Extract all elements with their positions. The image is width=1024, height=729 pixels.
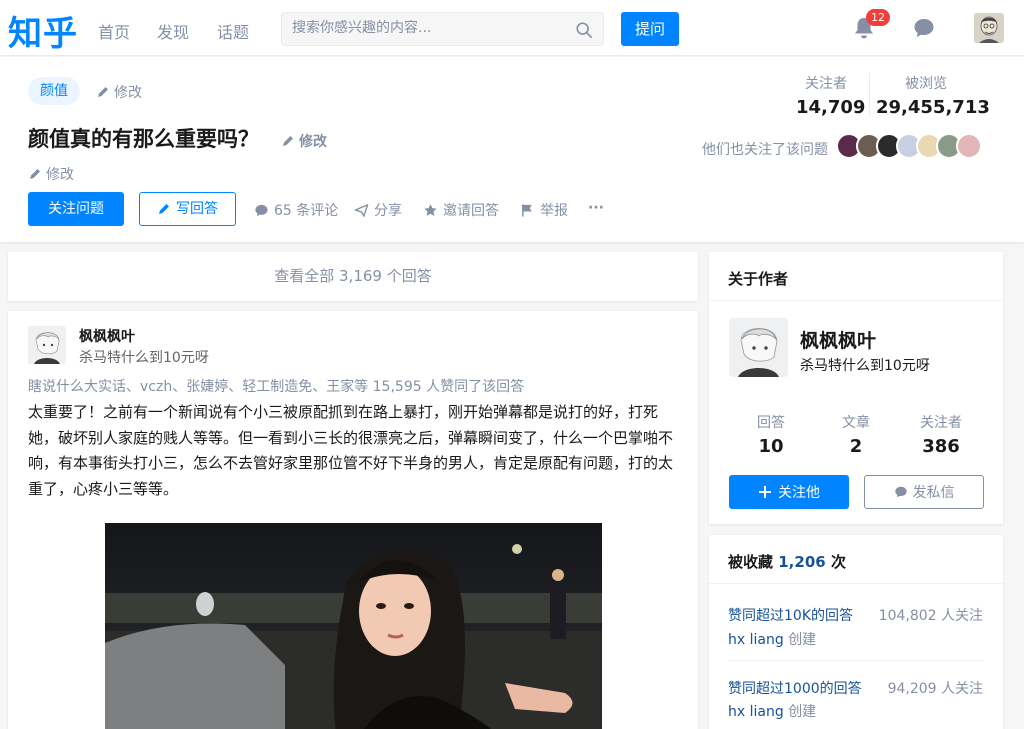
flag-icon bbox=[522, 203, 532, 217]
view-all-answers-button[interactable]: 查看全部 3,169 个回答 bbox=[8, 252, 698, 301]
answer-voters[interactable]: 瞎说什么大实话、vczh、张婕婷、轻工制造免、王家等 15,595 人赞同了该回… bbox=[28, 376, 524, 396]
pencil-icon bbox=[98, 87, 108, 97]
collection-followers: 104,802 人关注 bbox=[878, 608, 983, 624]
answer-card: 枫枫枫叶 杀马特什么到10元呀 瞎说什么大实话、vczh、张婕婷、轻工制造免、王… bbox=[8, 311, 698, 729]
nav-topics[interactable]: 话题 bbox=[217, 19, 249, 43]
follow-question-button[interactable]: 关注问题 bbox=[28, 192, 124, 226]
question-header: 颜值 修改 颜值真的有那么重要吗？ 修改 修改 关注问题 写回答 65 条评论 … bbox=[0, 57, 1024, 242]
notification-badge: 12 bbox=[866, 9, 890, 26]
search-input[interactable] bbox=[292, 20, 562, 36]
plus-icon bbox=[759, 486, 771, 498]
author-avatar[interactable] bbox=[28, 326, 66, 364]
share-icon bbox=[354, 203, 369, 217]
write-answer-button[interactable]: 写回答 bbox=[139, 192, 236, 226]
more-button[interactable]: ··· bbox=[588, 200, 604, 216]
pencil-icon bbox=[30, 169, 40, 179]
collections-card: 被收藏 1,206 次 赞同超过10K的回答 104,802 人关注 hx li… bbox=[709, 535, 1003, 729]
share-button[interactable]: 分享 bbox=[354, 200, 402, 220]
comment-icon bbox=[255, 204, 268, 216]
about-author-card: 关于作者 枫枫枫叶 杀马特什么到10元呀 回答 10 文章 2 关注者 386 … bbox=[709, 252, 1003, 524]
star-icon bbox=[424, 203, 437, 216]
answer-body: 太重要了！之前有一个新闻说有个小三被原配抓到在路上暴打，刚开始弹幕都是说打的好，… bbox=[28, 403, 674, 498]
author-name[interactable]: 枫枫枫叶 bbox=[800, 326, 876, 353]
edit-topics-link[interactable]: 修改 bbox=[96, 82, 142, 102]
collection-creator: hx liang 创建 bbox=[728, 704, 817, 720]
divider bbox=[709, 583, 1003, 584]
collections-title: 被收藏 1,206 次 bbox=[728, 553, 846, 571]
send-message-button[interactable]: 发私信 bbox=[864, 475, 984, 509]
collection-name[interactable]: 赞同超过10K的回答 bbox=[728, 605, 853, 625]
nav-discover[interactable]: 发现 bbox=[157, 19, 189, 43]
chat-icon bbox=[894, 486, 907, 498]
follower-avatar[interactable] bbox=[956, 133, 982, 159]
author-answers-stat[interactable]: 回答 10 bbox=[731, 412, 811, 457]
top-bar: 知乎 首页 发现 话题 提问 12 bbox=[0, 0, 1024, 56]
ask-question-button[interactable]: 提问 bbox=[621, 12, 679, 46]
followers-stat[interactable]: 关注者 14,709 bbox=[796, 73, 865, 118]
answer-author-headline: 杀马特什么到10元呀 bbox=[79, 350, 209, 366]
also-followed-label: 他们也关注了该问题 bbox=[702, 142, 828, 158]
user-avatar[interactable] bbox=[974, 13, 1004, 43]
topic-tag[interactable]: 颜值 bbox=[28, 77, 80, 105]
edit-detail-link[interactable]: 修改 bbox=[28, 164, 74, 184]
edit-title-link[interactable]: 修改 bbox=[281, 131, 327, 151]
search-icon[interactable] bbox=[575, 21, 593, 39]
author-followers-stat[interactable]: 关注者 386 bbox=[901, 412, 981, 457]
stat-divider bbox=[869, 73, 870, 117]
author-articles-stat[interactable]: 文章 2 bbox=[816, 412, 896, 457]
invite-answer-button[interactable]: 邀请回答 bbox=[423, 200, 499, 220]
author-avatar-large[interactable] bbox=[729, 318, 788, 377]
comments-button[interactable]: 65 条评论 bbox=[254, 200, 338, 220]
zhihu-logo[interactable]: 知乎 bbox=[8, 6, 78, 55]
views-stat: 被浏览 29,455,713 bbox=[876, 76, 990, 118]
divider bbox=[709, 300, 1003, 301]
message-icon[interactable] bbox=[913, 17, 935, 39]
collection-followers: 94,209 人关注 bbox=[887, 681, 983, 697]
author-headline: 杀马特什么到10元呀 bbox=[800, 358, 930, 374]
about-author-title: 关于作者 bbox=[728, 270, 789, 288]
collection-creator: hx liang 创建 bbox=[728, 632, 817, 648]
question-title: 颜值真的有那么重要吗？ bbox=[28, 127, 259, 151]
report-button[interactable]: 举报 bbox=[520, 200, 568, 220]
pencil-icon bbox=[159, 204, 169, 214]
answer-image[interactable] bbox=[105, 523, 602, 729]
divider bbox=[728, 660, 984, 661]
nav-home[interactable]: 首页 bbox=[98, 19, 130, 43]
answer-author-name[interactable]: 枫枫枫叶 bbox=[79, 326, 135, 346]
search-box bbox=[281, 12, 604, 46]
pencil-icon bbox=[283, 136, 293, 146]
follow-author-button[interactable]: 关注他 bbox=[729, 475, 849, 509]
collection-name[interactable]: 赞同超过1000的回答 bbox=[728, 678, 862, 698]
